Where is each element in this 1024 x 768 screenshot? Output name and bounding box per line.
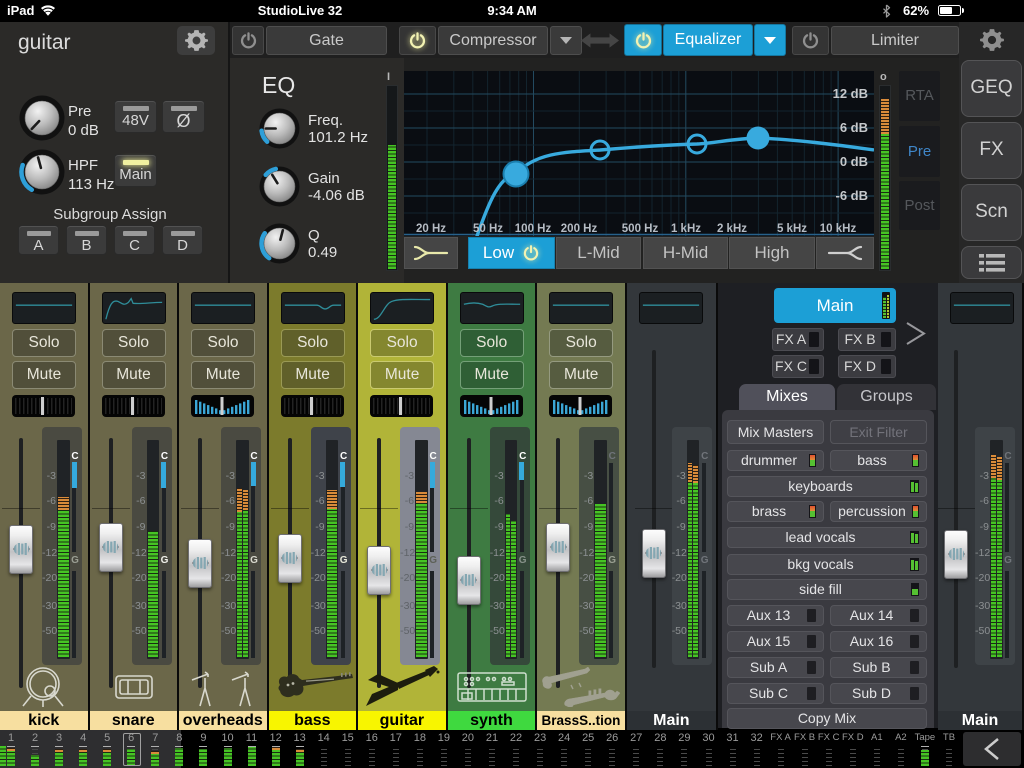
svg-text:6 dB: 6 dB bbox=[840, 120, 868, 135]
svg-text:-6 dB: -6 dB bbox=[836, 188, 869, 203]
svg-text:50 Hz: 50 Hz bbox=[473, 223, 503, 235]
svg-text:0 dB: 0 dB bbox=[840, 154, 868, 169]
svg-text:100 Hz: 100 Hz bbox=[515, 223, 552, 235]
svg-text:1 kHz: 1 kHz bbox=[671, 223, 701, 235]
svg-text:2 kHz: 2 kHz bbox=[717, 223, 747, 235]
svg-text:12 dB: 12 dB bbox=[833, 86, 868, 101]
svg-text:10 kHz: 10 kHz bbox=[820, 223, 857, 235]
svg-text:500 Hz: 500 Hz bbox=[622, 223, 659, 235]
svg-text:200 Hz: 200 Hz bbox=[561, 223, 598, 235]
svg-text:20 Hz: 20 Hz bbox=[416, 223, 446, 235]
svg-text:5 kHz: 5 kHz bbox=[777, 223, 807, 235]
